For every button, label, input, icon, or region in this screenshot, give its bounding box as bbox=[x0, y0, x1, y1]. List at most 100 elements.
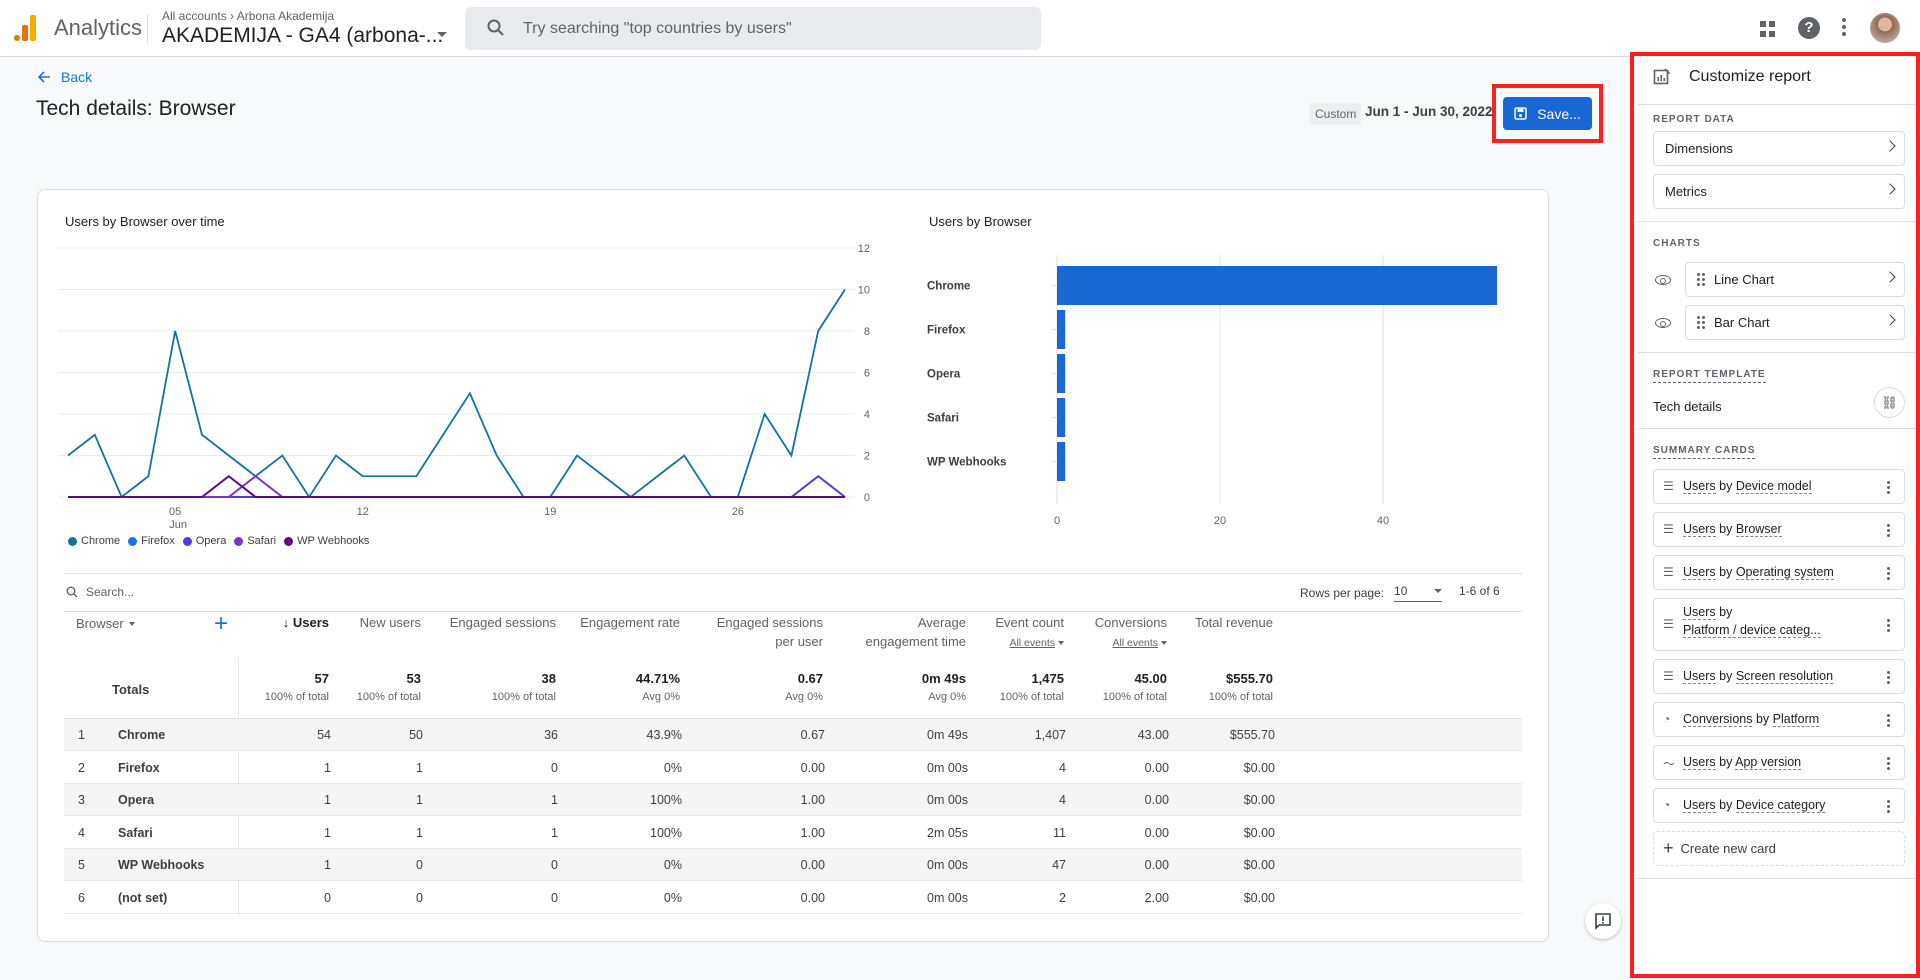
property-selector[interactable]: AKADEMIJA - GA4 (arbona-... bbox=[162, 24, 443, 48]
bar-chart[interactable]: 0204060ChromeFirefoxOperaSafariWP Webhoo… bbox=[918, 240, 1538, 530]
arrow-back-icon bbox=[38, 71, 50, 83]
visibility-eye-icon[interactable] bbox=[1655, 275, 1671, 285]
more-vert-icon[interactable] bbox=[1887, 618, 1890, 634]
line-series-safari[interactable] bbox=[68, 474, 845, 498]
summary-card[interactable]: ☰ Users by Browser bbox=[1653, 512, 1905, 547]
summary-card[interactable]: ◔ Conversions by Platform bbox=[1653, 702, 1905, 737]
more-vert-icon[interactable] bbox=[1887, 670, 1890, 686]
table-row[interactable]: 6 (not set) 0 0 0 0% 0.00 0m 00s 2 2.00 $0.00 bbox=[64, 882, 1522, 914]
bar-wp-webhooks[interactable] bbox=[1057, 442, 1066, 481]
card-dimension: Screen resolution bbox=[1735, 669, 1834, 684]
card-dimension: Device category bbox=[1735, 798, 1826, 813]
chevron-down-icon[interactable] bbox=[437, 32, 447, 37]
column-header-label: Engaged sessions bbox=[449, 615, 556, 630]
totals-subtext: 100% of total bbox=[264, 691, 329, 703]
row-metric-value: $555.70 bbox=[1229, 728, 1275, 742]
table-search-input[interactable]: Search... bbox=[66, 585, 134, 599]
column-header-8[interactable]: Conversions bbox=[1095, 613, 1167, 632]
event-filter-dropdown[interactable]: All events bbox=[1112, 637, 1167, 649]
table-row[interactable]: 4 Safari 1 1 1 100% 1.00 2m 05s 11 0.00 $0.00 bbox=[64, 817, 1522, 849]
bar-safari[interactable] bbox=[1057, 398, 1066, 437]
row-dimension-value[interactable]: Chrome bbox=[118, 728, 165, 742]
caret-down-icon bbox=[128, 621, 135, 626]
legend-item[interactable]: Firefox bbox=[128, 535, 175, 547]
date-comparison-chip[interactable]: Custom bbox=[1310, 103, 1362, 125]
column-header-2[interactable]: New users bbox=[360, 613, 421, 632]
more-vert-icon[interactable] bbox=[1887, 480, 1890, 496]
line-chart-config-button[interactable]: Line Chart bbox=[1685, 262, 1905, 297]
create-new-card-button[interactable]: + Create new card bbox=[1653, 831, 1905, 866]
more-vert-icon[interactable] bbox=[1887, 523, 1890, 539]
table-row[interactable]: 5 WP Webhooks 1 0 0 0% 0.00 0m 00s 47 0.00 $0.00 bbox=[64, 849, 1522, 882]
more-vert-icon[interactable] bbox=[1887, 756, 1890, 772]
more-vert-icon[interactable] bbox=[1887, 713, 1890, 729]
visibility-eye-icon[interactable] bbox=[1655, 318, 1671, 328]
column-header-5[interactable]: Engaged sessions per user bbox=[717, 613, 823, 651]
summary-card[interactable]: ☰ Users by Operating system bbox=[1653, 555, 1905, 590]
row-dimension-value[interactable]: WP Webhooks bbox=[118, 858, 204, 872]
metrics-button[interactable]: Metrics bbox=[1653, 174, 1905, 209]
column-header-7[interactable]: Event count bbox=[995, 613, 1064, 632]
column-header-9[interactable]: Total revenue bbox=[1195, 613, 1273, 632]
back-link[interactable]: Back bbox=[38, 69, 92, 85]
more-vert-icon[interactable] bbox=[1842, 18, 1846, 38]
legend-item[interactable]: Chrome bbox=[68, 535, 120, 547]
add-dimension-button[interactable]: + bbox=[214, 610, 228, 638]
table-row[interactable]: 3 Opera 1 1 1 100% 1.00 0m 00s 4 0.00 $0.00 bbox=[64, 784, 1522, 817]
legend-item[interactable]: Opera bbox=[182, 535, 226, 547]
row-metric-value: 54 bbox=[317, 728, 331, 742]
event-filter-dropdown[interactable]: All events bbox=[1009, 637, 1064, 649]
summary-card[interactable]: ☰ Users by Platform / device categ... bbox=[1653, 598, 1905, 651]
more-vert-icon[interactable] bbox=[1887, 799, 1890, 815]
app-name: Analytics bbox=[54, 15, 143, 40]
column-header-1[interactable]: ↓ Users bbox=[283, 613, 329, 632]
column-header-3[interactable]: Engaged sessions bbox=[450, 613, 556, 632]
plus-icon: + bbox=[1663, 838, 1674, 858]
row-dimension-value[interactable]: Safari bbox=[118, 826, 153, 840]
bar-chrome[interactable] bbox=[1057, 266, 1498, 305]
bar-chart-config-button[interactable]: Bar Chart bbox=[1685, 305, 1905, 340]
bar-category-label: WP Webhooks bbox=[927, 457, 1006, 469]
column-header-6[interactable]: Average engagement time bbox=[866, 613, 966, 651]
table-row[interactable]: 1 Chrome 54 50 36 43.9% 0.67 0m 49s 1,407 43.00 $5… bbox=[64, 719, 1522, 751]
dimension-header-browser[interactable]: Browser bbox=[76, 616, 135, 631]
column-header-4[interactable]: Engagement rate bbox=[580, 613, 680, 632]
column-header-label: Conversions bbox=[1094, 615, 1167, 630]
line-chart[interactable]: 0 2 4 6 8 10 12 05Jun 12 19 26 bbox=[38, 240, 908, 540]
bar-firefox[interactable] bbox=[1057, 310, 1066, 349]
legend-item[interactable]: WP Webhooks bbox=[284, 535, 369, 547]
row-dimension-value[interactable]: (not set) bbox=[118, 891, 167, 905]
y-tick-label: 8 bbox=[864, 326, 870, 338]
search-input[interactable]: Try searching "top countries by users" bbox=[465, 7, 1041, 50]
row-metric-value: 1 bbox=[324, 760, 331, 775]
feedback-button[interactable] bbox=[1585, 903, 1621, 939]
avatar[interactable] bbox=[1870, 13, 1900, 43]
drag-handle-icon[interactable] bbox=[1697, 316, 1705, 329]
dimensions-button[interactable]: Dimensions bbox=[1653, 131, 1905, 166]
row-metric-value: 0m 00s bbox=[927, 793, 968, 808]
breadcrumb[interactable]: All accounts › Arbona Akademija bbox=[162, 9, 334, 23]
legend-item[interactable]: Safari bbox=[234, 535, 276, 547]
line-series-chrome[interactable] bbox=[67, 289, 846, 499]
row-metric-value: 0% bbox=[663, 891, 682, 905]
summary-card[interactable]: ◔ Users by Device category bbox=[1653, 788, 1905, 823]
summary-card[interactable]: 〜 Users by App version bbox=[1653, 745, 1905, 780]
summary-card[interactable]: ☰ Users by Device model bbox=[1653, 469, 1905, 504]
row-dimension-value[interactable]: Opera bbox=[118, 793, 154, 807]
bar-opera[interactable] bbox=[1057, 354, 1066, 393]
drag-handle-icon[interactable] bbox=[1697, 273, 1705, 286]
totals-value: 45.00 bbox=[1134, 671, 1167, 686]
row-dimension-value[interactable]: Firefox bbox=[118, 761, 160, 775]
unlink-template-icon[interactable]: ⛓ bbox=[1874, 387, 1905, 418]
apps-grid-icon[interactable] bbox=[1760, 21, 1776, 37]
date-range-picker[interactable]: Jun 1 - Jun 30, 2022 bbox=[1365, 104, 1493, 119]
help-icon[interactable]: ? bbox=[1798, 17, 1820, 39]
rows-per-page-select[interactable]: 10 bbox=[1394, 584, 1443, 602]
line-series-wp-webhooks[interactable] bbox=[68, 474, 845, 498]
chevron-right-icon bbox=[1884, 183, 1896, 195]
summary-card[interactable]: ☰ Users by Screen resolution bbox=[1653, 659, 1905, 694]
more-vert-icon[interactable] bbox=[1887, 566, 1890, 582]
analytics-logo-icon[interactable] bbox=[14, 15, 36, 41]
table-row[interactable]: 2 Firefox 1 1 0 0% 0.00 0m 00s 4 0.00 $0.00 bbox=[64, 752, 1522, 784]
line-series-opera[interactable] bbox=[68, 474, 846, 498]
